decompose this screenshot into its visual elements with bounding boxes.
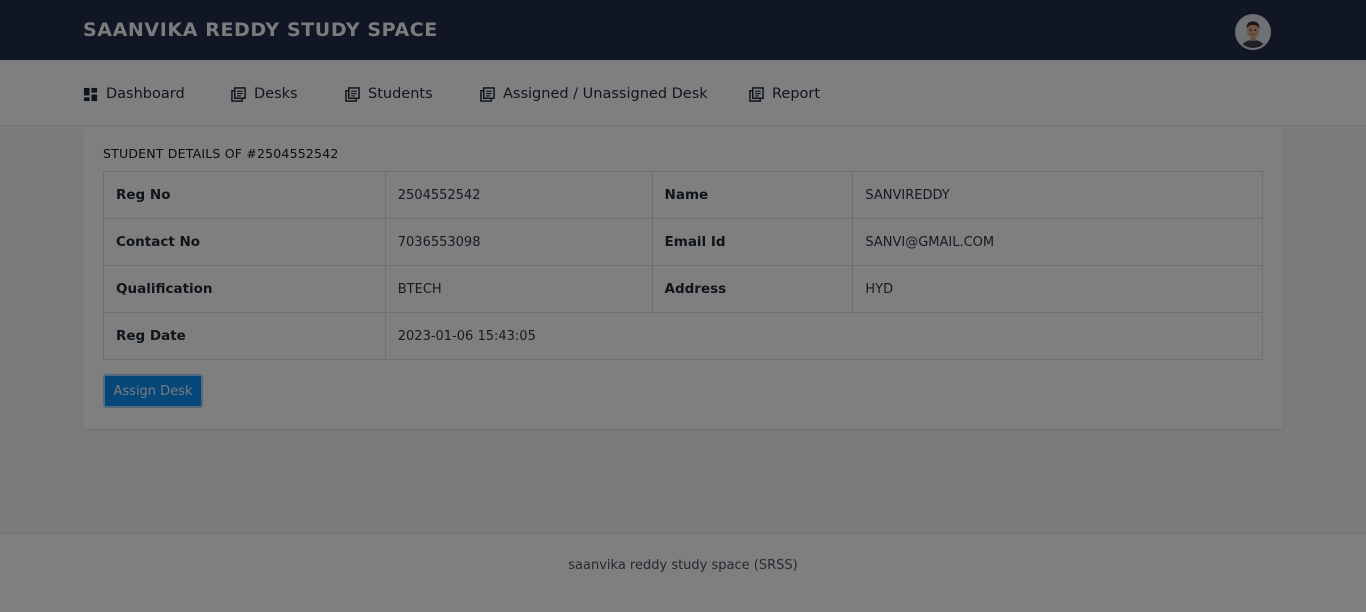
field-label: Address: [651, 265, 854, 313]
field-value: 7036553098: [384, 218, 653, 266]
table-row: Qualification BTECH Address HYD: [103, 265, 1263, 313]
nav-item-label: Desks: [254, 86, 298, 102]
book-stack-icon: [345, 86, 360, 102]
nav-item-report[interactable]: Report: [749, 84, 820, 104]
nav-item-assigned-unassigned-desk[interactable]: Assigned / Unassigned Desk: [480, 84, 708, 104]
field-label: Reg No: [103, 171, 386, 219]
top-header: SAANVIKA REDDY STUDY SPACE: [0, 0, 1366, 60]
field-label: Qualification: [103, 265, 386, 313]
field-label: Reg Date: [103, 312, 386, 360]
book-stack-icon: [749, 86, 764, 102]
brand-title[interactable]: SAANVIKA REDDY STUDY SPACE: [83, 19, 438, 41]
student-details-card: STUDENT DETAILS OF #2504552542 Reg No 25…: [83, 126, 1283, 429]
field-value: SANVI@GMAIL.COM: [852, 218, 1263, 266]
nav-item-students[interactable]: Students: [345, 84, 433, 104]
table-row: Reg Date 2023-01-06 15:43:05: [103, 312, 1264, 360]
nav-item-label: Students: [368, 86, 433, 102]
field-value: BTECH: [384, 265, 653, 313]
table-row: Contact No 7036553098 Email Id SANVI@GMA…: [103, 218, 1263, 266]
field-value: 2504552542: [384, 171, 653, 219]
field-label: Name: [651, 171, 854, 219]
nav-item-label: Assigned / Unassigned Desk: [503, 86, 708, 102]
table-row: Reg No 2504552542 Name SANVIREDDY: [103, 171, 1263, 219]
user-avatar-icon[interactable]: [1235, 14, 1271, 50]
assign-desk-button[interactable]: Assign Desk: [103, 374, 203, 408]
card-title: STUDENT DETAILS OF #2504552542: [103, 146, 339, 161]
nav-item-dashboard[interactable]: Dashboard: [83, 84, 185, 104]
field-value: SANVIREDDY: [852, 171, 1263, 219]
main-nav: Dashboard Desks Students Assigned / Unas…: [0, 60, 1366, 126]
page-footer: saanvika reddy study space (SRSS): [0, 533, 1366, 612]
nav-item-desks[interactable]: Desks: [231, 84, 298, 104]
field-value: HYD: [852, 265, 1263, 313]
book-stack-icon: [480, 86, 495, 102]
footer-text: saanvika reddy study space (SRSS): [568, 558, 798, 573]
dashboard-icon: [83, 87, 98, 102]
book-stack-icon: [231, 86, 246, 102]
field-value: 2023-01-06 15:43:05: [384, 312, 1264, 360]
nav-item-label: Dashboard: [106, 86, 185, 102]
student-details-table: Reg No 2504552542 Name SANVIREDDY Contac…: [103, 171, 1264, 360]
field-label: Email Id: [651, 218, 854, 266]
nav-item-label: Report: [772, 86, 821, 102]
field-label: Contact No: [103, 218, 386, 266]
